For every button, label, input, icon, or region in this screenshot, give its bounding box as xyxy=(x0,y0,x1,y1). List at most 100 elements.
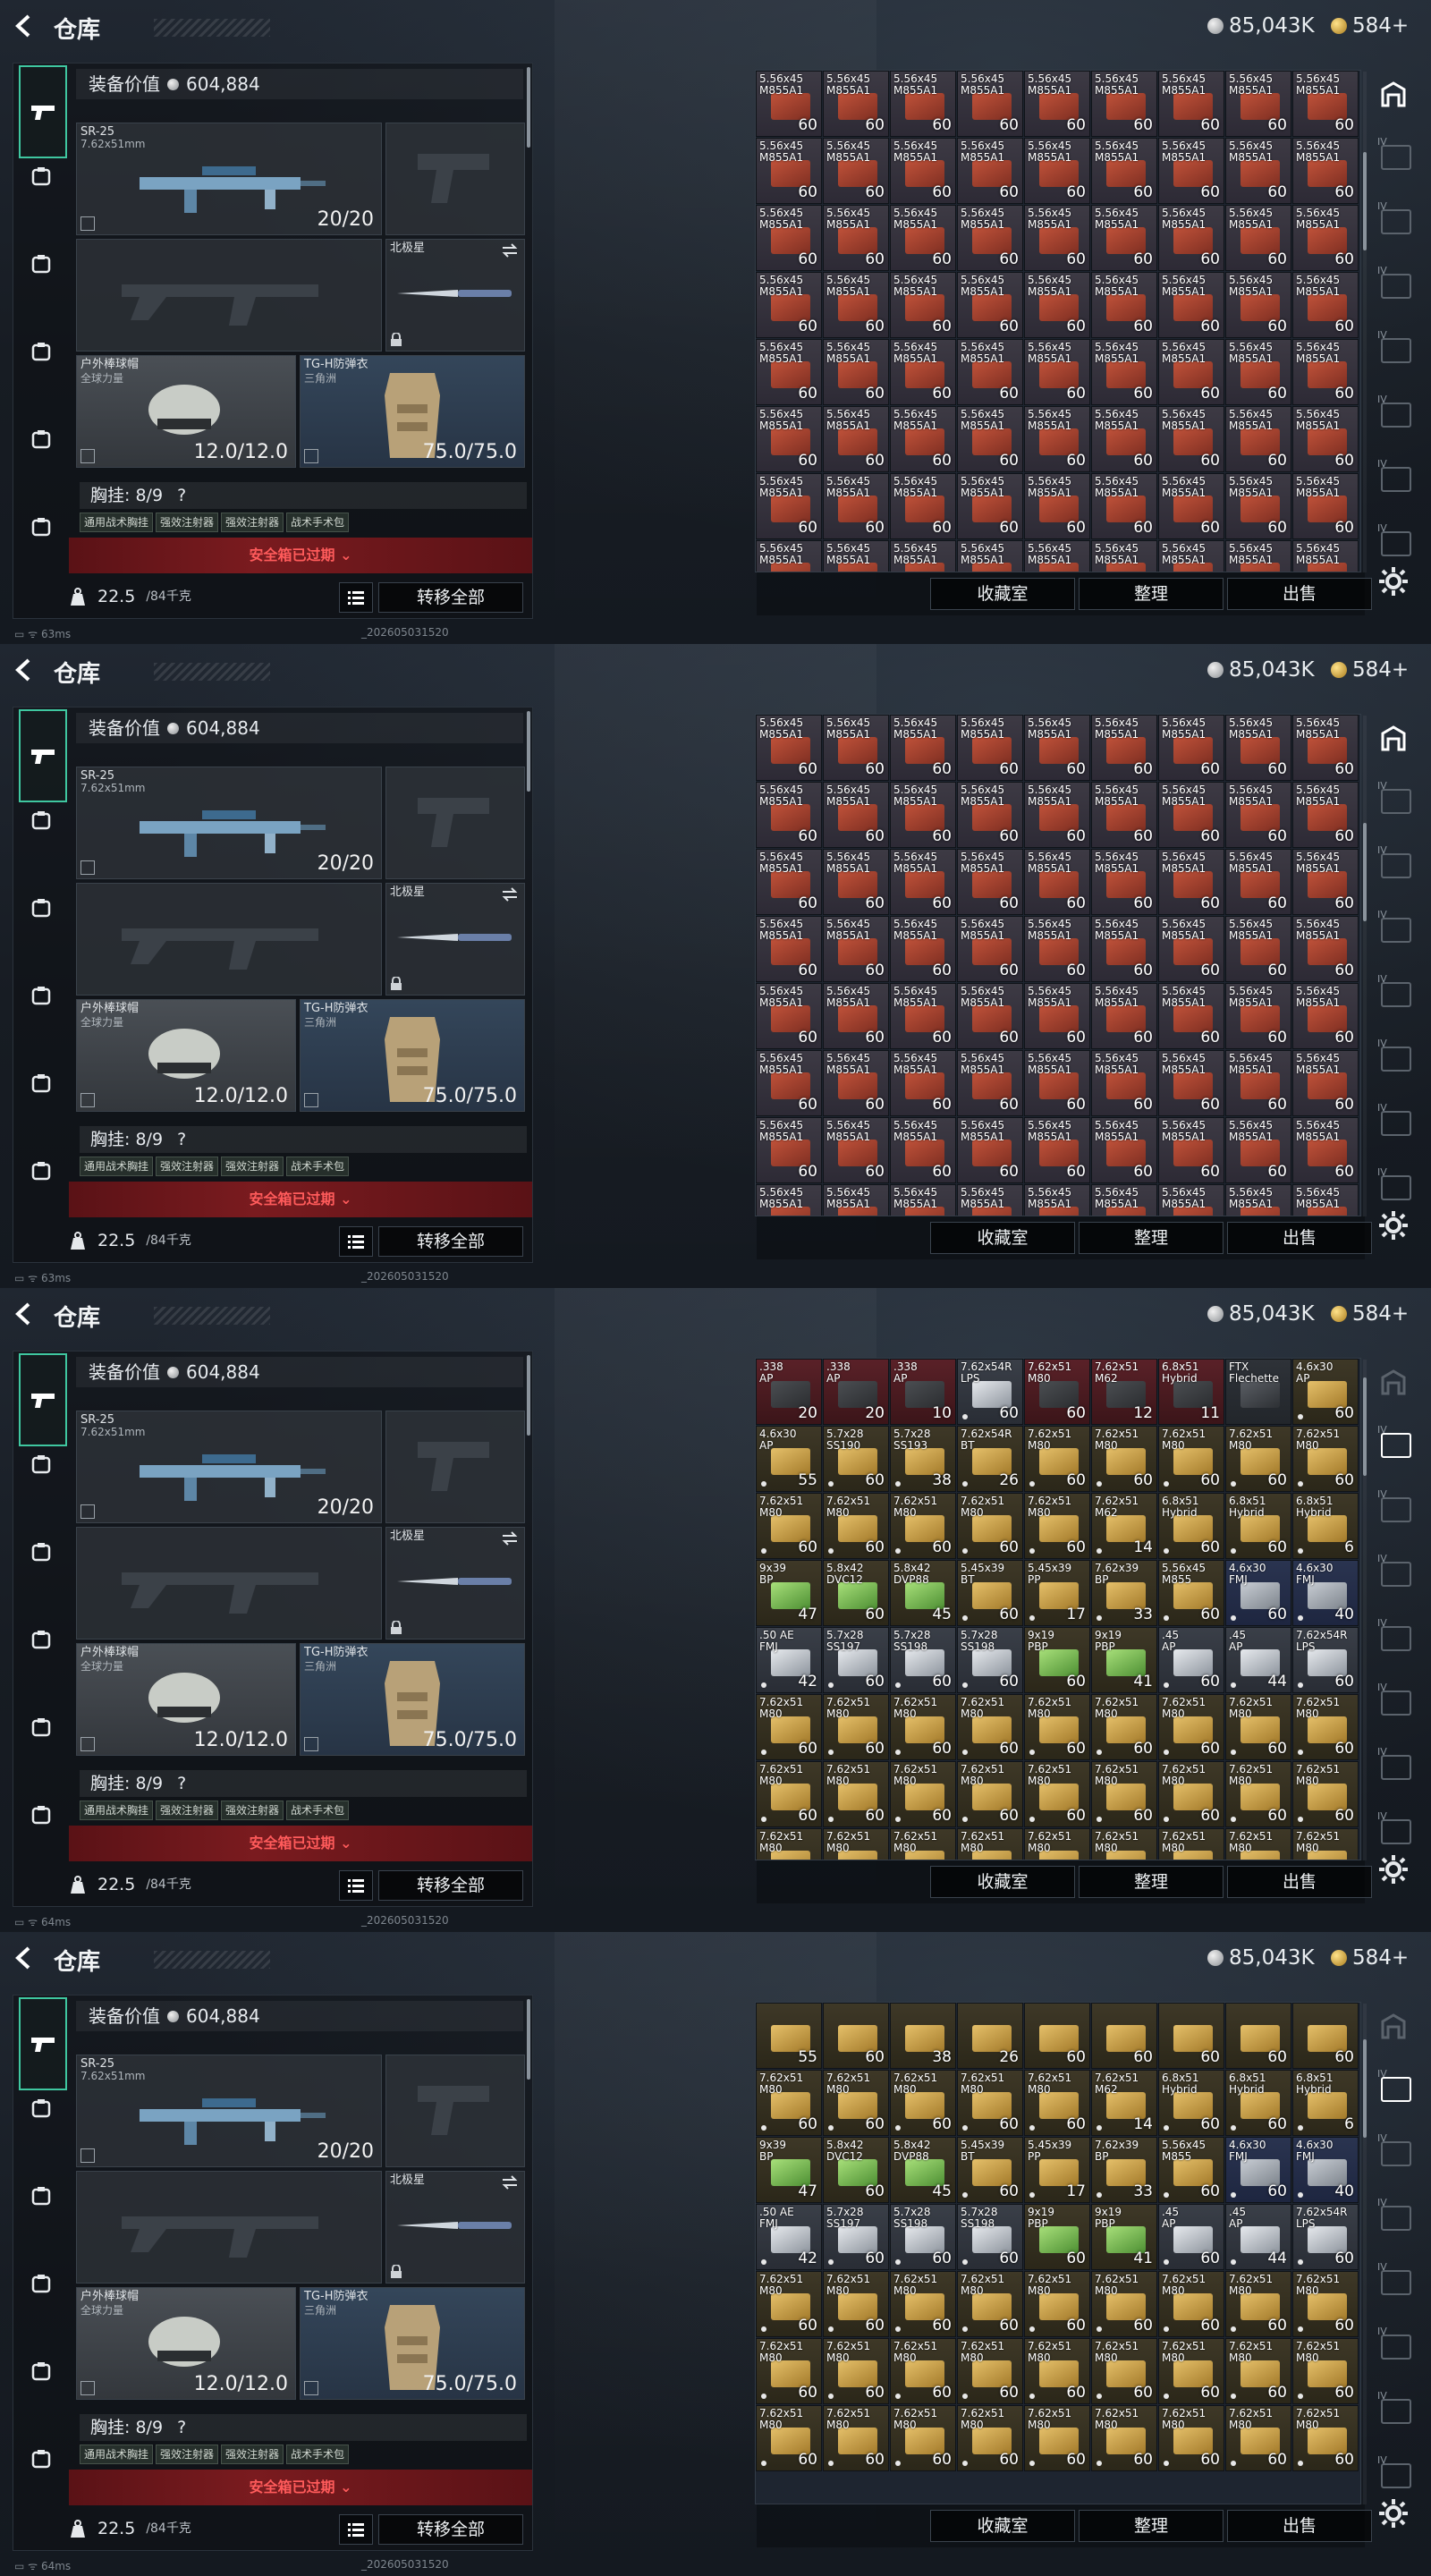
tab-vest[interactable] xyxy=(19,1443,64,1487)
chest-item[interactable]: 通用战术胸挂 xyxy=(80,513,154,532)
stash-tab[interactable]: IV xyxy=(1372,2064,1415,2118)
stash-item[interactable]: 7.62x51 M80 60 xyxy=(1091,2338,1157,2404)
stash-tab[interactable]: IV xyxy=(1372,261,1415,315)
transfer-all-button[interactable]: 转移全部 xyxy=(378,1870,523,1901)
stash-tab[interactable]: IV xyxy=(1372,2193,1415,2247)
stash-item[interactable]: 5.56x45 M855A1 60 xyxy=(1091,540,1157,572)
stash-grid-container[interactable]: 5.56x45 M855A1 60 5.56x45 M855A1 60 5.56… xyxy=(755,714,1361,1216)
equipment-scrollbar[interactable] xyxy=(527,67,530,148)
helmet-slot[interactable]: 户外棒球帽 全球力量 12.0/12.0 xyxy=(76,1643,296,1756)
list-view-button[interactable] xyxy=(339,1870,373,1901)
stash-item[interactable]: 5.56x45 M855A1 60 xyxy=(756,272,822,338)
stash-item[interactable]: 5.56x45 M855A1 60 xyxy=(1292,272,1359,338)
stash-item[interactable]: 7.62x51 M80 60 xyxy=(1158,2338,1224,2404)
stash-item[interactable]: 5.56x45 M855A1 60 xyxy=(1158,849,1224,915)
stash-item[interactable]: 7.62x51 M80 60 xyxy=(1292,1694,1359,1760)
stash-item[interactable]: 5.56x45 M855A1 60 xyxy=(1024,339,1090,405)
list-view-button[interactable] xyxy=(339,582,373,613)
stash-item[interactable]: 7.62x51 M80 60 xyxy=(890,2405,956,2471)
stash-item[interactable]: 5.56x45 M855A1 60 xyxy=(1158,782,1224,848)
stash-item[interactable]: 7.62x54R LPS 60 xyxy=(957,1359,1023,1425)
stash-item[interactable]: 5.56x45 M855A1 60 xyxy=(1292,71,1359,137)
stash-item[interactable]: 7.62x51 M80 60 xyxy=(1225,1694,1291,1760)
stash-item[interactable]: 7.62x51 M80 60 xyxy=(1158,2271,1224,2337)
stash-item[interactable]: 5.56x45 M855A1 60 xyxy=(1225,1184,1291,1216)
tab-armor[interactable] xyxy=(19,1530,64,1575)
stash-item[interactable]: 5.56x45 M855A1 60 xyxy=(1024,71,1090,137)
stash-item[interactable]: 7.62x51 M80 60 xyxy=(1292,1828,1359,1860)
armor-slot[interactable]: TG-H防弹衣 三角洲 75.0/75.0 xyxy=(300,355,525,468)
stash-item[interactable]: 7.62x51 M80 60 xyxy=(1024,1493,1090,1559)
tab-armor[interactable] xyxy=(19,886,64,931)
stash-item[interactable]: 9x19 PBP 41 xyxy=(1091,2204,1157,2270)
chest-item[interactable]: 战术手术包 xyxy=(286,513,350,532)
stash-item[interactable]: 60 xyxy=(1091,2003,1157,2069)
tab-weapons[interactable] xyxy=(19,709,67,802)
stash-item[interactable]: 7.62x54R LPS 60 xyxy=(1292,2204,1359,2270)
stash-item[interactable]: 7.62x51 M80 60 xyxy=(1158,1761,1224,1827)
stash-tab[interactable]: IV xyxy=(1372,1163,1415,1216)
stash-item[interactable]: 5.56x45 M855A1 60 xyxy=(1158,715,1224,781)
chest-rig-bar[interactable]: 胸挂: 8/9 ? xyxy=(80,1126,527,1153)
stash-item[interactable]: 60 xyxy=(1158,2003,1224,2069)
back-arrow-icon[interactable] xyxy=(11,1945,38,1971)
stash-item[interactable]: 5.56x45 M855A1 60 xyxy=(1091,473,1157,539)
stash-item[interactable]: 60 xyxy=(823,2003,889,2069)
stash-item[interactable]: 5.56x45 M855A1 60 xyxy=(957,473,1023,539)
stash-grid-container[interactable]: 5.56x45 M855A1 60 5.56x45 M855A1 60 5.56… xyxy=(755,70,1361,572)
stash-item[interactable]: .45 AP 44 xyxy=(1225,1627,1291,1693)
stash-item[interactable]: 5.56x45 M855A1 60 xyxy=(823,849,889,915)
stash-item[interactable]: 5.56x45 M855A1 60 xyxy=(1091,782,1157,848)
stash-item[interactable]: 5.56x45 M855A1 60 xyxy=(1225,849,1291,915)
stash-item[interactable]: 5.7x28 SS198 60 xyxy=(957,2204,1023,2270)
stash-item[interactable]: 5.56x45 M855 60 xyxy=(1158,2137,1224,2203)
stash-item[interactable]: 4.6x30 FMJ 40 xyxy=(1292,2137,1359,2203)
stash-item[interactable]: 6.8x51 Hybrid 60 xyxy=(1158,2070,1224,2136)
stash-item[interactable]: 7.62x51 M80 60 xyxy=(1158,1426,1224,1492)
stash-item[interactable]: 5.56x45 M855A1 60 xyxy=(1024,849,1090,915)
stash-item[interactable]: 5.7x28 SS193 38 xyxy=(890,1426,956,1492)
stash-item[interactable]: 7.62x51 M80 60 xyxy=(823,1761,889,1827)
stash-item[interactable]: 7.62x51 M80 60 xyxy=(890,2271,956,2337)
stash-item[interactable]: 5.7x28 SS197 60 xyxy=(823,2204,889,2270)
stash-item[interactable]: 7.62x51 M80 60 xyxy=(823,1694,889,1760)
melee-slot[interactable]: 北极星 xyxy=(385,1527,525,1640)
stash-tab[interactable]: IV xyxy=(1372,2322,1415,2376)
stash-item[interactable]: 5.56x45 M855A1 60 xyxy=(1091,1050,1157,1116)
stash-item[interactable]: 5.56x45 M855A1 60 xyxy=(1024,1117,1090,1183)
stash-item[interactable]: 5.8x42 DVC12 60 xyxy=(823,1560,889,1626)
stash-item[interactable]: 5.56x45 M855A1 60 xyxy=(957,339,1023,405)
stash-item[interactable]: 7.62x51 M80 60 xyxy=(1091,1426,1157,1492)
stash-item[interactable]: 5.56x45 M855A1 60 xyxy=(823,715,889,781)
stash-item[interactable]: 5.56x45 M855A1 60 xyxy=(1158,983,1224,1049)
tab-backpack[interactable] xyxy=(19,1618,64,1663)
stash-grid-container[interactable]: .338 AP 20 .338 AP 20 .338 AP 10 7.62x54… xyxy=(755,1358,1361,1860)
stash-item[interactable]: 7.62x51 M80 60 xyxy=(1024,1426,1090,1492)
chest-item[interactable]: 强效注射器 xyxy=(156,2445,219,2464)
stash-item[interactable]: 5.56x45 M855A1 60 xyxy=(957,1117,1023,1183)
armor-slot[interactable]: TG-H防弹衣 三角洲 75.0/75.0 xyxy=(300,2287,525,2400)
stash-item[interactable]: 5.56x45 M855A1 60 xyxy=(1292,339,1359,405)
stash-item[interactable]: 7.62x51 M80 60 xyxy=(756,2405,822,2471)
stash-item[interactable]: 5.56x45 M855A1 60 xyxy=(756,406,822,472)
stash-item[interactable]: 5.56x45 M855A1 60 xyxy=(957,1050,1023,1116)
stash-item[interactable]: 5.56x45 M855A1 60 xyxy=(1158,339,1224,405)
scroll-thumb[interactable] xyxy=(1363,1377,1367,1476)
stash-item[interactable]: 5.56x45 M855A1 60 xyxy=(1292,205,1359,271)
stash-item[interactable]: 5.56x45 M855A1 60 xyxy=(890,71,956,137)
tab-case[interactable] xyxy=(19,1793,64,1838)
stash-item[interactable]: 5.56x45 M855A1 60 xyxy=(1024,540,1090,572)
primary-weapon-slot[interactable]: SR-25 7.62x51mm 20/20 xyxy=(76,767,382,879)
gear-icon[interactable] xyxy=(1377,565,1410,597)
stash-item[interactable]: 5.56x45 M855A1 60 xyxy=(1024,782,1090,848)
stash-item[interactable]: 5.45x39 PP 17 xyxy=(1024,2137,1090,2203)
chest-item[interactable]: 强效注射器 xyxy=(221,1801,284,1820)
stash-item[interactable]: 5.56x45 M855A1 60 xyxy=(1292,1050,1359,1116)
swap-icon[interactable] xyxy=(501,243,519,258)
stash-item[interactable]: 5.56x45 M855A1 60 xyxy=(1024,205,1090,271)
help-icon[interactable]: ? xyxy=(177,2418,186,2437)
stash-item[interactable]: 5.56x45 M855A1 60 xyxy=(1024,715,1090,781)
stash-item[interactable]: 5.56x45 M855A1 60 xyxy=(1292,138,1359,204)
tab-backpack[interactable] xyxy=(19,974,64,1019)
pistol-slot[interactable] xyxy=(385,767,525,879)
